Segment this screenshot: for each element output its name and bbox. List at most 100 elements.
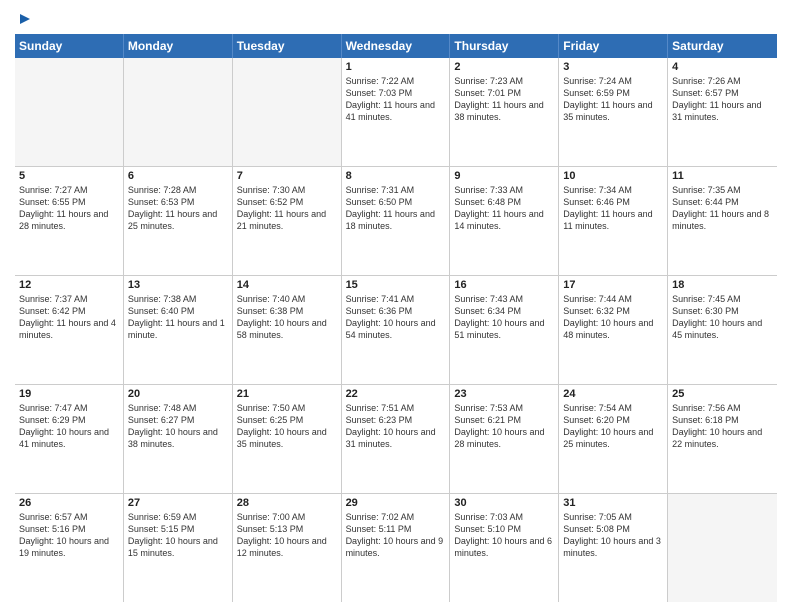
calendar-cell: 2 Sunrise: 7:23 AMSunset: 7:01 PMDaylight… bbox=[450, 58, 559, 166]
day-number: 16 bbox=[454, 279, 554, 291]
day-number: 3 bbox=[563, 61, 663, 73]
calendar-row-5: 26Sunrise: 6:57 AMSunset: 5:16 PMDayligh… bbox=[15, 494, 777, 602]
day-number: 27 bbox=[128, 497, 228, 509]
day-number: 28 bbox=[237, 497, 337, 509]
day-number: 13 bbox=[128, 279, 228, 291]
cell-info: Sunrise: 7:38 AMSunset: 6:40 PMDaylight:… bbox=[128, 293, 228, 342]
calendar-cell: 12 Sunrise: 7:37 AMSunset: 6:42 PMDayligh… bbox=[15, 276, 124, 384]
cell-info: Sunrise: 7:37 AMSunset: 6:42 PMDaylight:… bbox=[19, 293, 119, 342]
cell-info: Sunrise: 7:50 AMSunset: 6:25 PMDaylight:… bbox=[237, 402, 337, 451]
day-number: 25 bbox=[672, 388, 773, 400]
logo-triangle-icon bbox=[16, 10, 34, 28]
cell-info: Sunrise: 7:35 AMSunset: 6:44 PMDaylight:… bbox=[672, 184, 773, 233]
cell-info: Sunrise: 7:56 AMSunset: 6:18 PMDaylight:… bbox=[672, 402, 773, 451]
calendar-cell: 30 Sunrise: 7:03 AMSunset: 5:10 PMDayligh… bbox=[450, 494, 559, 602]
calendar-cell bbox=[233, 58, 342, 166]
cell-info: Sunrise: 6:59 AMSunset: 5:15 PMDaylight:… bbox=[128, 511, 228, 560]
calendar-cell bbox=[15, 58, 124, 166]
cell-info: Sunrise: 7:27 AMSunset: 6:55 PMDaylight:… bbox=[19, 184, 119, 233]
calendar-cell: 16 Sunrise: 7:43 AMSunset: 6:34 PMDayligh… bbox=[450, 276, 559, 384]
calendar-row-3: 12 Sunrise: 7:37 AMSunset: 6:42 PMDayligh… bbox=[15, 276, 777, 385]
calendar-row-1: 1 Sunrise: 7:22 AMSunset: 7:03 PMDaylight… bbox=[15, 58, 777, 167]
calendar-cell: 21 Sunrise: 7:50 AMSunset: 6:25 PMDayligh… bbox=[233, 385, 342, 493]
calendar-cell: 22Sunrise: 7:51 AMSunset: 6:23 PMDayligh… bbox=[342, 385, 451, 493]
cell-info: Sunrise: 7:40 AMSunset: 6:38 PMDaylight:… bbox=[237, 293, 337, 342]
day-number: 26 bbox=[19, 497, 119, 509]
calendar-cell: 14Sunrise: 7:40 AMSunset: 6:38 PMDayligh… bbox=[233, 276, 342, 384]
weekday-header-tuesday: Tuesday bbox=[233, 34, 342, 58]
cell-info: Sunrise: 7:03 AMSunset: 5:10 PMDaylight:… bbox=[454, 511, 554, 560]
day-number: 11 bbox=[672, 170, 773, 182]
header bbox=[15, 10, 777, 28]
calendar-cell: 6 Sunrise: 7:28 AMSunset: 6:53 PMDaylight… bbox=[124, 167, 233, 275]
cell-info: Sunrise: 7:22 AMSunset: 7:03 PMDaylight:… bbox=[346, 75, 446, 124]
day-number: 6 bbox=[128, 170, 228, 182]
calendar-cell: 8Sunrise: 7:31 AMSunset: 6:50 PMDaylight… bbox=[342, 167, 451, 275]
calendar-cell: 25 Sunrise: 7:56 AMSunset: 6:18 PMDayligh… bbox=[668, 385, 777, 493]
calendar-cell: 7 Sunrise: 7:30 AMSunset: 6:52 PMDaylight… bbox=[233, 167, 342, 275]
calendar-cell: 15 Sunrise: 7:41 AMSunset: 6:36 PMDayligh… bbox=[342, 276, 451, 384]
cell-info: Sunrise: 7:02 AMSunset: 5:11 PMDaylight:… bbox=[346, 511, 446, 560]
weekday-header-friday: Friday bbox=[559, 34, 668, 58]
cell-info: Sunrise: 7:23 AMSunset: 7:01 PMDaylight:… bbox=[454, 75, 554, 124]
day-number: 2 bbox=[454, 61, 554, 73]
calendar-cell: 10Sunrise: 7:34 AMSunset: 6:46 PMDayligh… bbox=[559, 167, 668, 275]
cell-info: Sunrise: 7:24 AMSunset: 6:59 PMDaylight:… bbox=[563, 75, 663, 124]
day-number: 22 bbox=[346, 388, 446, 400]
day-number: 9 bbox=[454, 170, 554, 182]
day-number: 19 bbox=[19, 388, 119, 400]
cell-info: Sunrise: 7:53 AMSunset: 6:21 PMDaylight:… bbox=[454, 402, 554, 451]
calendar-cell: 4 Sunrise: 7:26 AMSunset: 6:57 PMDaylight… bbox=[668, 58, 777, 166]
day-number: 1 bbox=[346, 61, 446, 73]
calendar-row-2: 5 Sunrise: 7:27 AMSunset: 6:55 PMDaylight… bbox=[15, 167, 777, 276]
cell-info: Sunrise: 7:00 AMSunset: 5:13 PMDaylight:… bbox=[237, 511, 337, 560]
weekday-header-saturday: Saturday bbox=[668, 34, 777, 58]
day-number: 18 bbox=[672, 279, 773, 291]
cell-info: Sunrise: 7:43 AMSunset: 6:34 PMDaylight:… bbox=[454, 293, 554, 342]
calendar-cell: 11 Sunrise: 7:35 AMSunset: 6:44 PMDayligh… bbox=[668, 167, 777, 275]
calendar-cell: 23Sunrise: 7:53 AMSunset: 6:21 PMDayligh… bbox=[450, 385, 559, 493]
calendar: SundayMondayTuesdayWednesdayThursdayFrid… bbox=[15, 34, 777, 602]
calendar-cell: 5 Sunrise: 7:27 AMSunset: 6:55 PMDaylight… bbox=[15, 167, 124, 275]
calendar-cell bbox=[668, 494, 777, 602]
weekday-header-monday: Monday bbox=[124, 34, 233, 58]
cell-info: Sunrise: 7:05 AMSunset: 5:08 PMDaylight:… bbox=[563, 511, 663, 560]
day-number: 21 bbox=[237, 388, 337, 400]
calendar-cell: 31 Sunrise: 7:05 AMSunset: 5:08 PMDayligh… bbox=[559, 494, 668, 602]
cell-info: Sunrise: 7:47 AMSunset: 6:29 PMDaylight:… bbox=[19, 402, 119, 451]
page: SundayMondayTuesdayWednesdayThursdayFrid… bbox=[0, 0, 792, 612]
weekday-header-wednesday: Wednesday bbox=[342, 34, 451, 58]
calendar-cell: 17Sunrise: 7:44 AMSunset: 6:32 PMDayligh… bbox=[559, 276, 668, 384]
calendar-cell: 13 Sunrise: 7:38 AMSunset: 6:40 PMDayligh… bbox=[124, 276, 233, 384]
calendar-cell: 28 Sunrise: 7:00 AMSunset: 5:13 PMDayligh… bbox=[233, 494, 342, 602]
logo bbox=[15, 10, 34, 28]
cell-info: Sunrise: 7:41 AMSunset: 6:36 PMDaylight:… bbox=[346, 293, 446, 342]
cell-info: Sunrise: 7:54 AMSunset: 6:20 PMDaylight:… bbox=[563, 402, 663, 451]
day-number: 30 bbox=[454, 497, 554, 509]
calendar-cell: 18Sunrise: 7:45 AMSunset: 6:30 PMDayligh… bbox=[668, 276, 777, 384]
day-number: 15 bbox=[346, 279, 446, 291]
calendar-cell: 1 Sunrise: 7:22 AMSunset: 7:03 PMDaylight… bbox=[342, 58, 451, 166]
day-number: 31 bbox=[563, 497, 663, 509]
cell-info: Sunrise: 7:30 AMSunset: 6:52 PMDaylight:… bbox=[237, 184, 337, 233]
day-number: 7 bbox=[237, 170, 337, 182]
cell-info: Sunrise: 7:48 AMSunset: 6:27 PMDaylight:… bbox=[128, 402, 228, 451]
day-number: 4 bbox=[672, 61, 773, 73]
cell-info: Sunrise: 7:33 AMSunset: 6:48 PMDaylight:… bbox=[454, 184, 554, 233]
day-number: 24 bbox=[563, 388, 663, 400]
calendar-cell: 9 Sunrise: 7:33 AMSunset: 6:48 PMDaylight… bbox=[450, 167, 559, 275]
cell-info: Sunrise: 7:31 AMSunset: 6:50 PMDaylight:… bbox=[346, 184, 446, 233]
calendar-cell: 20 Sunrise: 7:48 AMSunset: 6:27 PMDayligh… bbox=[124, 385, 233, 493]
cell-info: Sunrise: 7:28 AMSunset: 6:53 PMDaylight:… bbox=[128, 184, 228, 233]
day-number: 12 bbox=[19, 279, 119, 291]
calendar-cell: 27 Sunrise: 6:59 AMSunset: 5:15 PMDayligh… bbox=[124, 494, 233, 602]
calendar-header: SundayMondayTuesdayWednesdayThursdayFrid… bbox=[15, 34, 777, 58]
weekday-header-thursday: Thursday bbox=[450, 34, 559, 58]
day-number: 5 bbox=[19, 170, 119, 182]
calendar-cell: 24 Sunrise: 7:54 AMSunset: 6:20 PMDayligh… bbox=[559, 385, 668, 493]
day-number: 29 bbox=[346, 497, 446, 509]
day-number: 20 bbox=[128, 388, 228, 400]
calendar-cell: 3 Sunrise: 7:24 AMSunset: 6:59 PMDaylight… bbox=[559, 58, 668, 166]
day-number: 10 bbox=[563, 170, 663, 182]
cell-info: Sunrise: 7:26 AMSunset: 6:57 PMDaylight:… bbox=[672, 75, 773, 124]
